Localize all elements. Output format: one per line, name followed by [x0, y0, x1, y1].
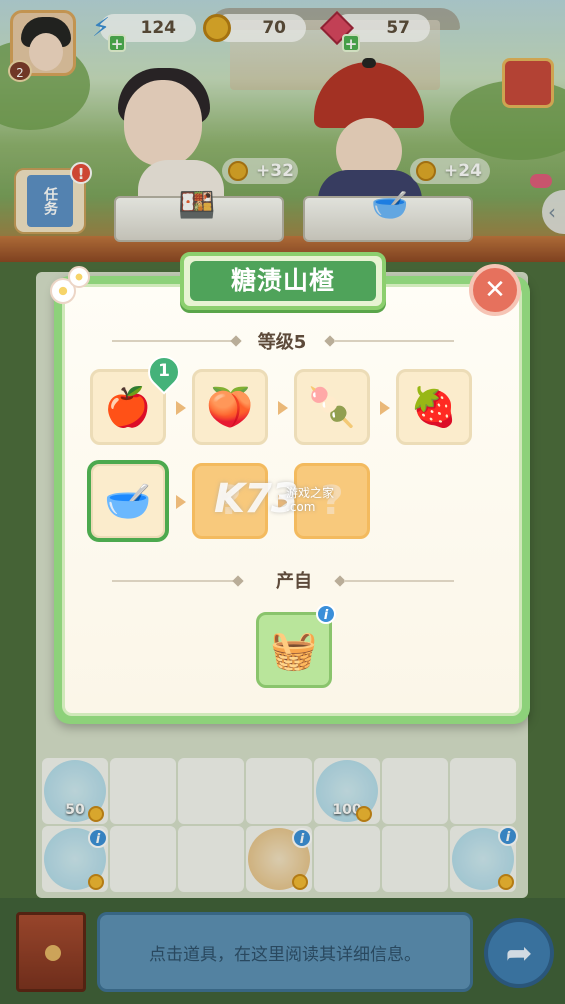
divider: [112, 340, 236, 342]
chain-arrow-icon: [176, 401, 186, 415]
source-item-basket[interactable]: 🧺: [256, 612, 332, 688]
source-heading: 产自: [276, 571, 312, 592]
watermark-text: 游戏之家 .com: [286, 486, 334, 514]
modal-title-plate: 糖渍山楂: [180, 252, 386, 310]
watermark-line1: 游戏之家: [286, 486, 335, 500]
chain-item-candied-plate[interactable]: 🍓: [396, 369, 472, 445]
close-button[interactable]: ✕: [469, 264, 521, 316]
modal-title: 糖渍山楂: [190, 261, 376, 301]
hawthorn-icon: 🍎: [104, 385, 152, 429]
watermark-line2: .com: [286, 500, 316, 514]
divider: [112, 580, 236, 582]
chain-item-skewer[interactable]: 🍡: [294, 369, 370, 445]
veggie-basket-icon: 🧺: [270, 628, 318, 672]
divider: [334, 340, 454, 342]
flower-decoration-icon: [68, 266, 90, 288]
chain-arrow-icon: [380, 401, 390, 415]
info-icon[interactable]: i: [316, 604, 336, 624]
divider: [344, 580, 454, 582]
chain-arrow-icon: [176, 495, 186, 509]
cut-hawthorn-icon: 🍑: [206, 385, 254, 429]
level-heading: 等级5: [257, 332, 307, 353]
candied-plate-icon: 🍓: [410, 385, 458, 429]
first-item-badge: 1: [158, 361, 170, 381]
chain-item-cut-hawthorn[interactable]: 🍑: [192, 369, 268, 445]
hawthorn-skewer-icon: 🍡: [308, 385, 356, 429]
selected-frame: [87, 460, 169, 542]
chain-arrow-icon: [278, 401, 288, 415]
